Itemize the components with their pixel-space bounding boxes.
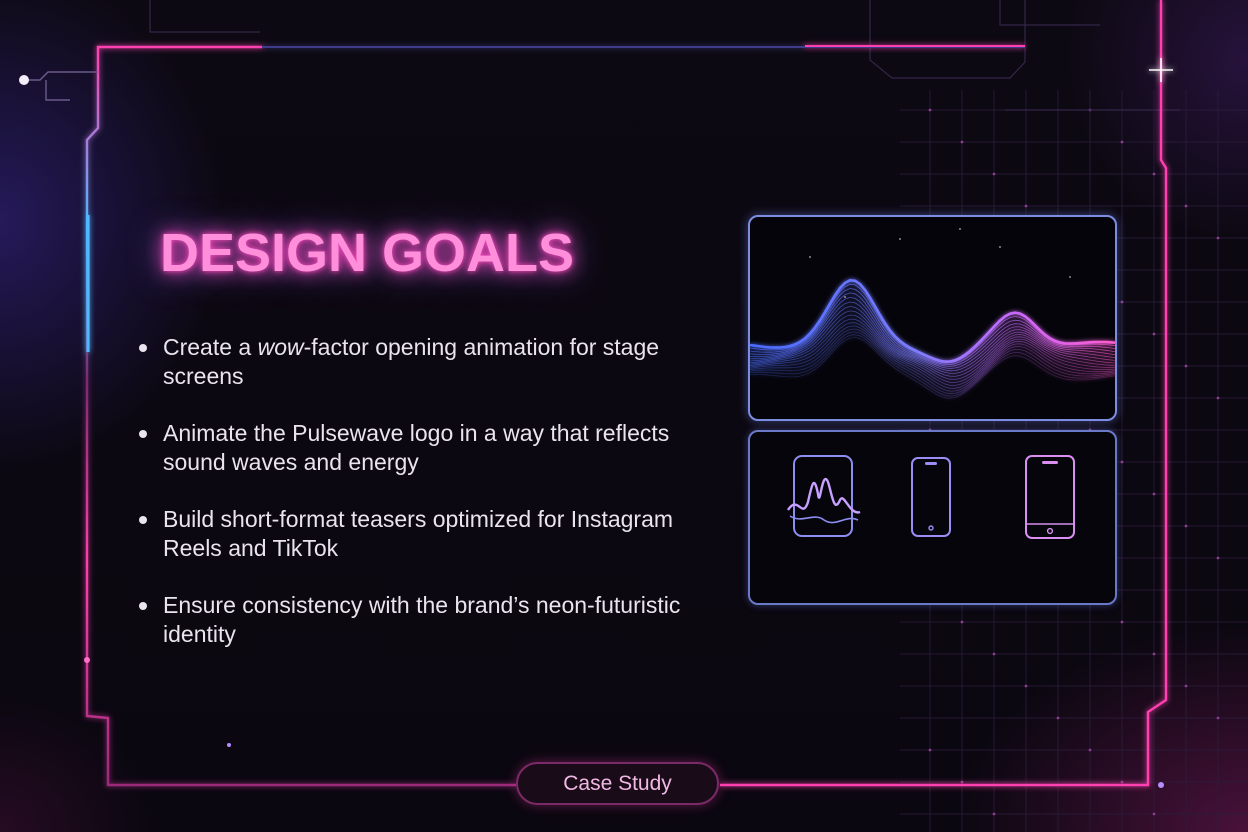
tablet-icon xyxy=(1025,455,1075,539)
goal-text: Animate the Pulsewave logo in a way that… xyxy=(163,420,670,475)
connector-line xyxy=(24,71,98,81)
goal-text-prefix: Create a xyxy=(163,334,258,360)
goal-item: Build short-format teasers optimized for… xyxy=(138,505,698,563)
bullet-icon xyxy=(139,344,147,352)
smartphone-icon xyxy=(911,457,951,537)
goal-text: Build short-format teasers optimized for… xyxy=(163,506,674,561)
case-study-badge: Case Study xyxy=(516,762,719,805)
sound-wave-visual-panel xyxy=(748,215,1117,421)
sparkle xyxy=(1158,782,1164,788)
slide-title: DESIGN GOALS xyxy=(160,223,575,283)
bullet-icon xyxy=(139,430,147,438)
sparkle xyxy=(1149,58,1173,82)
wave-strand xyxy=(750,283,1115,364)
neon-wave-illustration xyxy=(750,228,1115,399)
star-dot xyxy=(899,238,901,240)
star-dot xyxy=(1069,276,1071,278)
star-dot xyxy=(959,228,961,230)
wave-strand xyxy=(750,278,1115,363)
waveform-card-icon xyxy=(786,455,861,537)
bullet-icon xyxy=(139,516,147,524)
bullet-icon xyxy=(139,602,147,610)
connector-node xyxy=(19,75,29,85)
design-goals-list: Create a wow-factor opening animation fo… xyxy=(138,333,698,677)
slide: DESIGN GOALS Create a wow-factor opening… xyxy=(0,0,1248,832)
goal-item: Animate the Pulsewave logo in a way that… xyxy=(138,419,698,477)
goal-text-emphasis: wow xyxy=(257,334,304,360)
goal-item: Create a wow-factor opening animation fo… xyxy=(138,333,698,391)
goal-text: Ensure consistency with the brand’s neon… xyxy=(163,592,681,647)
star-dot xyxy=(999,246,1001,248)
sparkle xyxy=(227,743,231,747)
star-dot xyxy=(844,296,846,298)
wave-strand xyxy=(750,314,1115,380)
goal-item: Ensure consistency with the brand’s neon… xyxy=(138,591,698,649)
star-dot xyxy=(809,256,811,258)
device-formats-panel xyxy=(748,430,1117,605)
wave-strand xyxy=(750,292,1115,367)
connector-node xyxy=(84,657,90,663)
connector-line xyxy=(45,80,70,101)
